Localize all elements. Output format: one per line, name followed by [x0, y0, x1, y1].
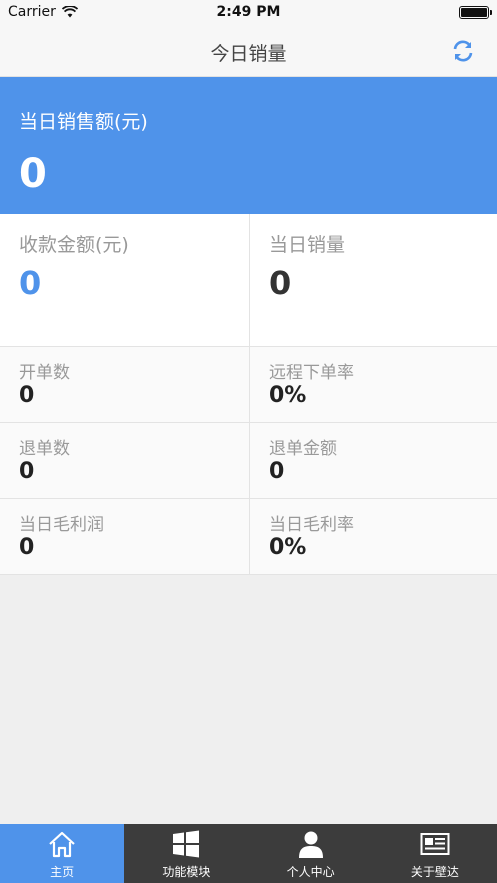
order-count-label: 开单数 [19, 363, 70, 383]
tab-about-label: 关于壁达 [410, 865, 459, 879]
refund-count-value: 0 [19, 459, 35, 484]
order-count-cell: 开单数 0 [0, 347, 248, 423]
refund-amount-value: 0 [269, 459, 285, 484]
navigation-bar: 今日销量 [0, 26, 497, 77]
received-amount-value: 0 [19, 264, 42, 302]
home-icon [49, 831, 75, 858]
refund-amount-cell: 退单金额 0 [249, 423, 497, 499]
refresh-icon [453, 40, 473, 62]
received-amount-cell: 收款金额(元) 0 [0, 214, 248, 347]
refund-count-label: 退单数 [19, 439, 70, 459]
tab-modules-label: 功能模块 [162, 865, 211, 879]
user-icon [298, 831, 323, 858]
daily-sales-amount-label: 当日销售额(元) [19, 111, 148, 133]
daily-sales-volume-value: 0 [269, 264, 292, 302]
refund-count-cell: 退单数 0 [0, 423, 248, 499]
tab-home-label: 主页 [50, 865, 75, 879]
tab-about[interactable]: 关于壁达 [373, 824, 497, 883]
gross-profit-label: 当日毛利润 [19, 515, 104, 535]
card-icon [420, 833, 450, 855]
stat-row: 当日毛利润 0 当日毛利率 0% [0, 499, 497, 575]
tab-bar: 主页 功能模块 个人中心 关于壁达 [0, 824, 497, 883]
gross-margin-value: 0% [269, 535, 307, 560]
tab-profile[interactable]: 个人中心 [249, 824, 373, 883]
refresh-button[interactable] [451, 39, 475, 63]
page-title: 今日销量 [210, 43, 287, 65]
tab-modules[interactable]: 功能模块 [124, 824, 248, 883]
gross-profit-cell: 当日毛利润 0 [0, 499, 248, 575]
gross-margin-label: 当日毛利率 [269, 515, 354, 535]
windows-icon [173, 830, 200, 858]
order-count-value: 0 [19, 383, 35, 408]
gross-profit-value: 0 [19, 535, 35, 560]
remote-order-rate-value: 0% [269, 383, 307, 408]
status-bar: Carrier 2:49 PM [0, 0, 497, 26]
tab-home[interactable]: 主页 [0, 824, 125, 883]
daily-sales-amount-panel: 当日销售额(元) 0 [0, 77, 497, 214]
received-amount-label: 收款金额(元) [19, 234, 129, 256]
tab-profile-label: 个人中心 [286, 865, 335, 879]
daily-sales-volume-label: 当日销量 [269, 234, 346, 256]
daily-sales-amount-value: 0 [19, 151, 47, 197]
battery-icon [459, 6, 492, 19]
remote-order-rate-label: 远程下单率 [269, 363, 354, 383]
summary-grid: 收款金额(元) 0 当日销量 0 [0, 214, 497, 347]
daily-sales-volume-cell: 当日销量 0 [249, 214, 497, 347]
status-time: 2:49 PM [216, 4, 281, 20]
gross-margin-cell: 当日毛利率 0% [249, 499, 497, 575]
remote-order-rate-cell: 远程下单率 0% [249, 347, 497, 423]
refund-amount-label: 退单金额 [269, 439, 337, 459]
stat-row: 开单数 0 远程下单率 0% [0, 347, 497, 423]
stat-row: 退单数 0 退单金额 0 [0, 423, 497, 499]
